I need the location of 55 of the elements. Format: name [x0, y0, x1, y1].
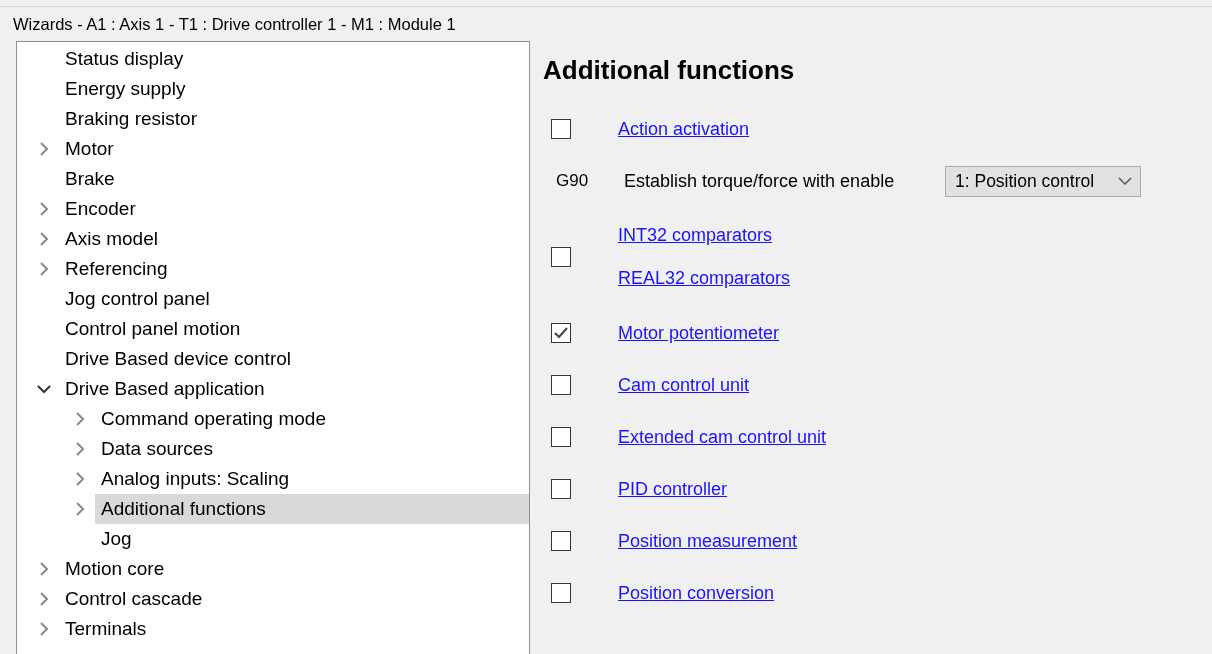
checkbox[interactable]	[551, 479, 571, 499]
function-link[interactable]: PID controller	[618, 478, 728, 500]
setting-label: Establish torque/force with enable	[624, 170, 896, 192]
tree-item[interactable]: Jog	[95, 524, 529, 554]
function-link[interactable]: Extended cam control unit	[618, 426, 827, 448]
chevron-right-icon[interactable]	[39, 562, 49, 576]
checkbox[interactable]	[551, 119, 571, 139]
tree-item[interactable]: Control panel motion	[59, 314, 529, 344]
tree-item[interactable]: Terminals	[59, 614, 529, 644]
checkbox[interactable]	[551, 427, 571, 447]
chevron-right-icon[interactable]	[75, 442, 85, 456]
chevron-right-icon[interactable]	[39, 142, 49, 156]
page-heading: Additional functions	[543, 55, 796, 86]
checkbox[interactable]	[551, 583, 571, 603]
tree-item[interactable]: Motor	[59, 134, 529, 164]
tree-item[interactable]: Drive Based device control	[59, 344, 529, 374]
checkbox[interactable]	[551, 531, 571, 551]
caret-icon[interactable]	[1118, 177, 1132, 185]
checkbox[interactable]	[551, 323, 571, 343]
function-link[interactable]: REAL32 comparators	[618, 268, 791, 289]
function-link[interactable]: Action activation	[618, 118, 750, 140]
parameter-code: G90	[556, 171, 590, 191]
function-link[interactable]: Motor potentiometer	[618, 322, 780, 344]
tree-item[interactable]: Control cascade	[59, 584, 529, 614]
tree-item[interactable]: Axis model	[59, 224, 529, 254]
function-link[interactable]: Cam control unit	[618, 374, 750, 396]
chevron-right-icon[interactable]	[39, 202, 49, 216]
tree-item[interactable]: Analog inputs: Scaling	[95, 464, 529, 494]
tree-item[interactable]: Data sources	[95, 434, 529, 464]
chevron-right-icon[interactable]	[75, 472, 85, 486]
chevron-down-icon[interactable]	[37, 384, 51, 394]
chevron-right-icon[interactable]	[39, 592, 49, 606]
checkbox[interactable]	[551, 247, 571, 267]
chevron-right-icon[interactable]	[39, 262, 49, 276]
chevron-right-icon[interactable]	[39, 232, 49, 246]
tree-item[interactable]: Drive Based application	[59, 374, 529, 404]
tree-item[interactable]: Encoder	[59, 194, 529, 224]
checkbox[interactable]	[551, 375, 571, 395]
function-link[interactable]: Position measurement	[618, 530, 798, 552]
window-title: Wizards - A1 : Axis 1 - T1 : Drive controller 1 - M1 : Module 1	[13, 14, 456, 34]
tree-item[interactable]: Additional functions	[95, 494, 529, 524]
tree-item[interactable]: Brake	[59, 164, 529, 194]
tree-item[interactable]: Motion core	[59, 554, 529, 584]
chevron-right-icon[interactable]	[75, 502, 85, 516]
mode-dropdown[interactable]: 1: Position control	[945, 165, 1141, 197]
tree-item[interactable]: Jog control panel	[59, 284, 529, 314]
chevron-right-icon[interactable]	[75, 412, 85, 426]
tree-item[interactable]: Status display	[59, 44, 529, 74]
tree-item[interactable]: Referencing	[59, 254, 529, 284]
function-link[interactable]: Position conversion	[618, 582, 775, 604]
tree-item[interactable]: Braking resistor	[59, 104, 529, 134]
chevron-right-icon[interactable]	[39, 622, 49, 636]
function-link[interactable]: INT32 comparators	[618, 225, 791, 246]
tree-item[interactable]: Energy supply	[59, 74, 529, 104]
tree-item[interactable]: Command operating mode	[95, 404, 529, 434]
